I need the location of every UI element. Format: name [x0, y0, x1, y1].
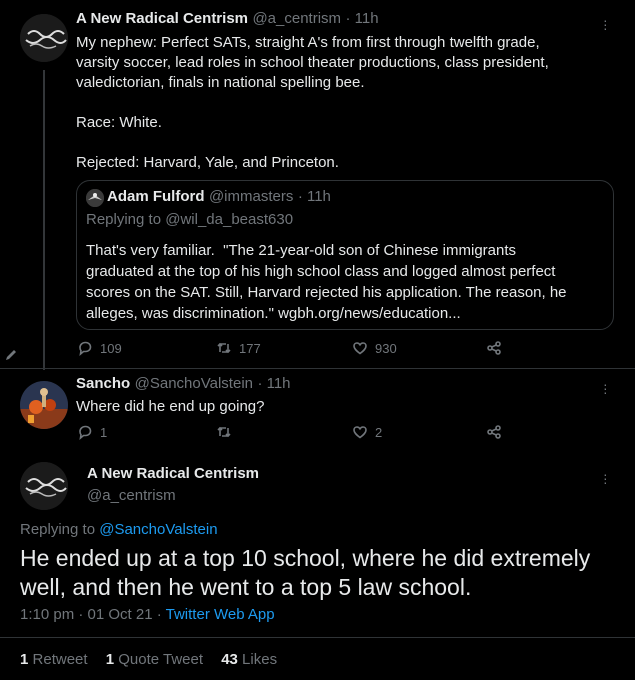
avatar: [86, 189, 104, 207]
sancho-avatar-icon: [20, 381, 68, 429]
engagement-stats: 1 Retweet 1 Quote Tweet 43 Likes: [20, 651, 277, 668]
likes-label: Likes: [242, 651, 278, 668]
reply-icon: [79, 341, 92, 356]
timestamp: · 11h: [297, 188, 331, 205]
reply-button[interactable]: 1: [77, 424, 107, 440]
likes-count: 43: [221, 651, 238, 668]
reply-count: 1: [100, 424, 108, 440]
like-count: 2: [375, 424, 383, 440]
like-button[interactable]: 930: [352, 340, 397, 356]
tweet-datetime[interactable]: 1:10 pm · 01 Oct 21 ·: [20, 606, 162, 623]
display-name[interactable]: A New Radical Centrism: [87, 465, 259, 482]
divider: [0, 637, 635, 638]
reply-icon: [79, 425, 92, 440]
share-icon: [487, 341, 501, 355]
eagle-avatar-icon: [86, 189, 104, 207]
like-button[interactable]: 2: [352, 424, 382, 440]
quoted-tweet-card[interactable]: Adam Fulford @immasters · 11h Replying t…: [76, 180, 614, 330]
reply-count: 109: [100, 340, 122, 356]
more-options-icon[interactable]: · · ·: [603, 377, 608, 399]
tweet-text: My nephew: Perfect SATs, straight A's fr…: [76, 34, 549, 171]
replying-prefix: Replying to: [20, 521, 96, 538]
retweets-stat[interactable]: 1 Retweet: [20, 651, 88, 668]
quote-tweets-label: Quote Tweet: [118, 651, 204, 668]
reply-button[interactable]: 109: [77, 340, 122, 356]
display-name[interactable]: Sancho: [76, 375, 130, 392]
timestamp[interactable]: · 11h: [346, 10, 379, 27]
tweet-source-link[interactable]: Twitter Web App: [166, 606, 275, 623]
user-handle: @immasters: [208, 188, 294, 205]
user-handle[interactable]: @a_centrism: [87, 487, 176, 504]
retweets-count: 1: [20, 651, 29, 668]
retweet-count: 177: [239, 340, 261, 356]
timestamp[interactable]: · 11h: [257, 375, 290, 392]
quote-tweets-count: 1: [105, 651, 115, 668]
avatar[interactable]: [20, 462, 68, 510]
like-count: 930: [375, 340, 397, 356]
share-icon: [487, 425, 501, 439]
likes-stat[interactable]: 43 Likes: [221, 651, 277, 668]
replying-to-line: Replying to @wil_da_beast630: [86, 211, 293, 228]
pencil-icon: [6, 350, 16, 360]
replying-prefix: Replying to: [86, 211, 162, 228]
retweet-icon: [217, 342, 231, 354]
tweet-header: A New Radical Centrism @a_centrism · 11h: [76, 10, 379, 28]
replying-to-link[interactable]: @SanchoValstein: [99, 521, 217, 538]
retweet-button[interactable]: [216, 424, 239, 440]
radical-centrism-logo-icon: [20, 14, 68, 62]
display-name: Adam Fulford: [107, 188, 205, 205]
retweet-button[interactable]: 177: [216, 340, 261, 356]
user-handle[interactable]: @a_centrism: [252, 10, 341, 27]
user-handle[interactable]: @SanchoValstein: [135, 375, 253, 392]
replying-to-handle: @wil_da_beast630: [165, 211, 294, 228]
heart-icon: [353, 426, 367, 439]
quote-tweets-stat[interactable]: 1 Quote Tweet: [106, 651, 203, 668]
replying-to-line: Replying to @SanchoValstein: [20, 521, 218, 538]
tweet-header: Sancho @SanchoValstein · 11h: [76, 375, 291, 393]
main-tweet-text: He ended up at a top 10 school, where he…: [20, 545, 591, 600]
divider: [0, 368, 635, 369]
radical-centrism-logo-icon: [20, 462, 68, 510]
avatar[interactable]: [20, 14, 68, 62]
compose-icon[interactable]: [3, 347, 19, 363]
retweets-label: Retweet: [32, 651, 88, 668]
tweet-meta: 1:10 pm · 01 Oct 21 · Twitter Web App: [20, 606, 275, 623]
more-options-icon[interactable]: · · ·: [603, 13, 608, 35]
avatar[interactable]: [20, 381, 68, 429]
display-name[interactable]: A New Radical Centrism: [76, 10, 248, 27]
quoted-tweet-text: That's very familiar. "The 21-year-old s…: [86, 242, 567, 322]
thread-connector-line: [43, 70, 45, 370]
retweet-icon: [217, 426, 231, 438]
share-button[interactable]: [486, 424, 502, 440]
quoted-tweet-header: Adam Fulford @immasters · 11h: [107, 188, 331, 206]
more-options-icon[interactable]: · · ·: [603, 467, 608, 489]
tweet-text: Where did he end up going?: [76, 398, 265, 415]
heart-icon: [353, 342, 367, 355]
share-button[interactable]: [486, 340, 502, 356]
